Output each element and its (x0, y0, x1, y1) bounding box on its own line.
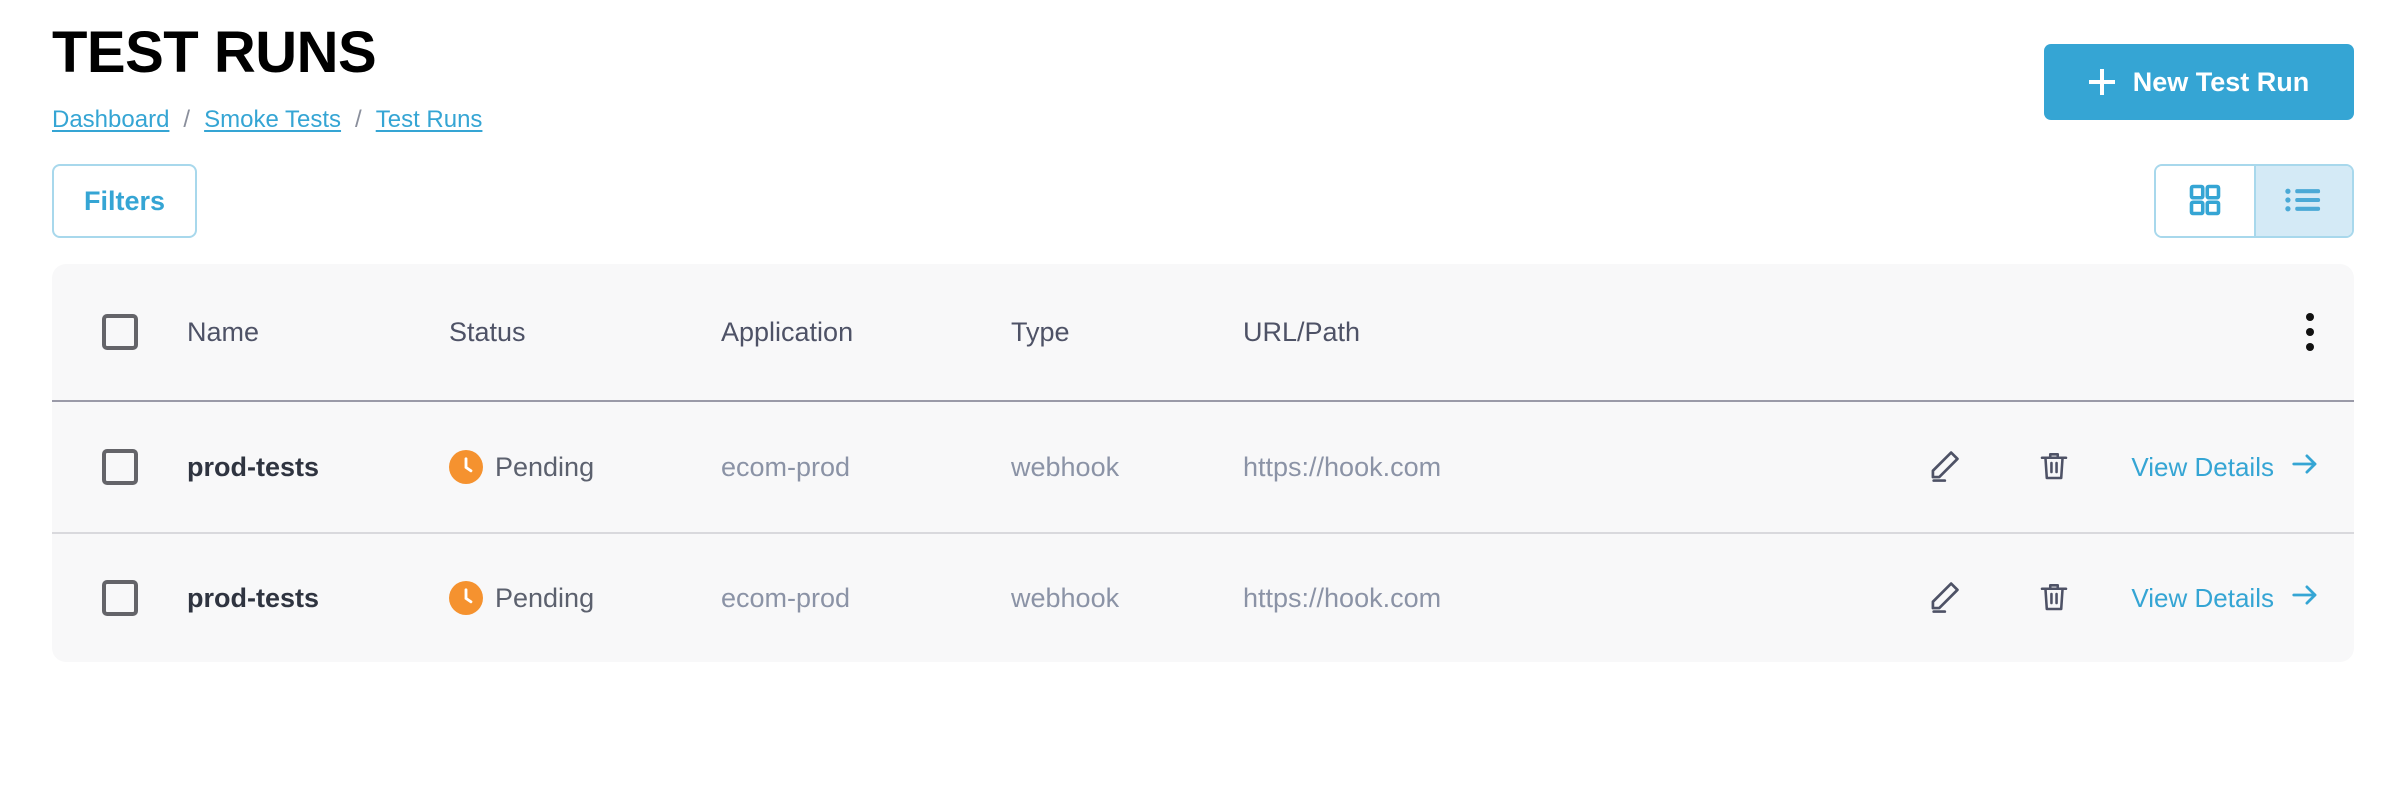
column-header-name[interactable]: Name (187, 317, 449, 348)
cell-status: Pending (449, 581, 721, 615)
row-checkbox[interactable] (101, 580, 138, 616)
breadcrumb-item-dashboard[interactable]: Dashboard (52, 106, 169, 134)
arrow-right-icon (2290, 582, 2320, 615)
table-row[interactable]: prod-tests Pending ecom-prod webhook htt… (52, 532, 2354, 662)
column-header-type[interactable]: Type (1011, 317, 1243, 348)
select-all-checkbox[interactable] (101, 314, 138, 350)
cell-application: ecom-prod (721, 451, 851, 482)
more-vertical-icon[interactable] (2300, 313, 2320, 351)
table-row[interactable]: prod-tests Pending ecom-prod webhook htt… (52, 402, 2354, 532)
test-runs-table: Name Status Application Type URL/Path pr… (52, 264, 2354, 662)
list-view-button[interactable] (2254, 166, 2352, 236)
cell-type: webhook (1011, 451, 1120, 482)
delete-button[interactable] (1999, 412, 2109, 522)
grid-view-icon (2187, 182, 2223, 221)
view-details-label: View Details (2131, 451, 2274, 482)
arrow-right-icon (2290, 451, 2320, 484)
cell-name: prod-tests (187, 582, 320, 613)
cell-application: ecom-prod (721, 582, 851, 613)
trash-icon (2036, 448, 2072, 487)
cell-status: Pending (449, 450, 721, 484)
column-header-status[interactable]: Status (449, 317, 721, 348)
plus-icon (2088, 69, 2115, 95)
breadcrumb-item-test-runs[interactable]: Test Runs (376, 106, 483, 134)
page-title: TEST RUNS (52, 20, 377, 85)
breadcrumb-item-smoke-tests[interactable]: Smoke Tests (204, 106, 341, 134)
delete-button[interactable] (1999, 543, 2109, 653)
select-all-cell (52, 314, 187, 350)
row-select-cell (52, 580, 187, 616)
view-details-link[interactable]: View Details (2131, 582, 2320, 615)
new-test-run-label: New Test Run (2132, 66, 2310, 97)
view-toggle-group (2154, 164, 2354, 238)
breadcrumb: Dashboard / Smoke Tests / Test Runs (52, 106, 482, 134)
row-actions: View Details (1843, 412, 2354, 522)
view-details-label: View Details (2131, 582, 2274, 613)
filters-button[interactable]: Filters (52, 164, 198, 238)
toolbar: Filters (52, 152, 2354, 262)
list-view-icon (2285, 183, 2323, 220)
edit-button[interactable] (1889, 412, 1999, 522)
row-actions: View Details (1843, 543, 2354, 653)
test-runs-page: TEST RUNS Dashboard / Smoke Tests / Test… (0, 0, 2406, 792)
cell-type: webhook (1011, 582, 1120, 613)
new-test-run-button[interactable]: New Test Run (2044, 44, 2354, 120)
pencil-icon (1925, 578, 1963, 619)
row-select-cell (52, 449, 187, 485)
grid-view-button[interactable] (2156, 166, 2254, 236)
cell-url-path: https://hook.com (1243, 582, 1442, 613)
view-details-link[interactable]: View Details (2131, 451, 2320, 484)
table-header-row: Name Status Application Type URL/Path (52, 264, 2354, 402)
trash-icon (2036, 579, 2072, 618)
clock-icon (449, 450, 483, 484)
page-header: TEST RUNS Dashboard / Smoke Tests / Test… (52, 0, 2354, 152)
pencil-icon (1925, 447, 1963, 488)
cell-name: prod-tests (187, 451, 320, 482)
column-header-application[interactable]: Application (721, 317, 1011, 348)
edit-button[interactable] (1889, 543, 1999, 653)
clock-icon (449, 581, 483, 615)
breadcrumb-separator: / (183, 106, 191, 133)
status-badge: Pending (495, 451, 595, 482)
column-header-url-path[interactable]: URL/Path (1243, 317, 1843, 348)
breadcrumb-separator: / (355, 106, 362, 133)
status-badge: Pending (495, 582, 595, 613)
column-header-actions (1843, 313, 2354, 351)
cell-url-path: https://hook.com (1243, 451, 1442, 482)
row-checkbox[interactable] (101, 449, 138, 485)
